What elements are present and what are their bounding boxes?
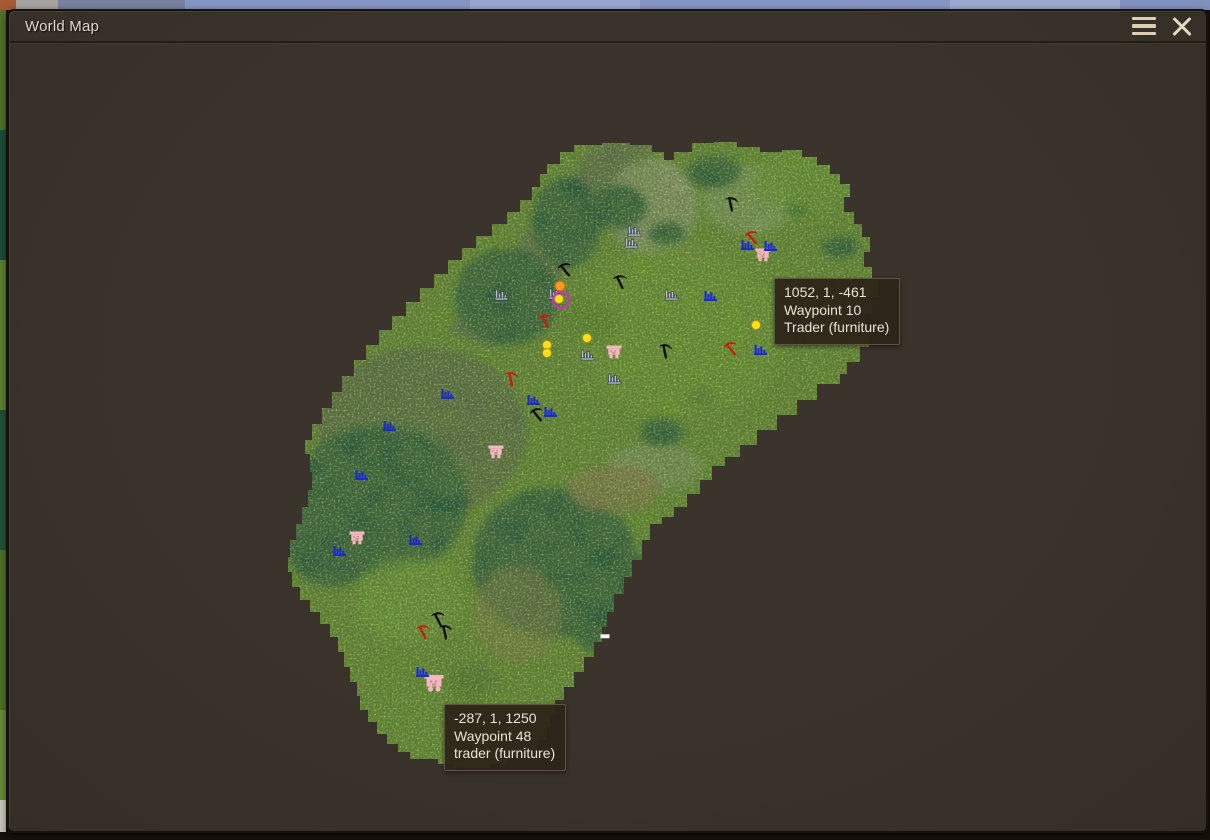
waypoint-ruins-blue-icon[interactable] (383, 419, 398, 432)
waypoint-dot-yellow-icon[interactable] (751, 320, 761, 330)
waypoint-pickaxe-red-icon[interactable] (413, 622, 433, 642)
waypoint-pickaxe-red-icon[interactable] (535, 311, 555, 331)
waypoint-ruins-blue-icon[interactable] (544, 405, 559, 418)
waypoint-dot-yellow-icon[interactable] (542, 348, 552, 358)
waypoint-ruins-blue-icon[interactable] (741, 238, 756, 251)
waypoint-ring-magenta-icon[interactable] (552, 291, 570, 309)
waypoint-pickaxe-black-icon[interactable] (610, 272, 630, 292)
waypoint-pickaxe-black-icon[interactable] (435, 622, 455, 642)
waypoint-dash-white-icon[interactable] (601, 634, 610, 638)
waypoint-ruins-blue-icon[interactable] (416, 665, 431, 678)
waypoint-ruins-blue-icon[interactable] (409, 533, 424, 546)
waypoint-pickaxe-black-icon[interactable] (655, 341, 675, 361)
waypoint-ruins-blue-icon[interactable] (355, 468, 370, 481)
waypoint-pickaxe-red-icon[interactable] (721, 339, 741, 359)
waypoint-pickaxe-black-icon[interactable] (721, 194, 741, 214)
waypoint-ruins-grey-icon[interactable] (608, 372, 623, 385)
tooltip-waypoint-name: Waypoint 48 (454, 728, 555, 746)
game-screen: World Map (0, 0, 1210, 840)
waypoint-trader-icon[interactable] (606, 345, 623, 360)
titlebar-buttons (1130, 15, 1206, 38)
tooltip-coords: 1052, 1, -461 (784, 284, 889, 302)
waypoint-ruins-blue-icon[interactable] (527, 393, 542, 406)
tooltip-waypoint-type: trader (furniture) (454, 745, 555, 763)
waypoint-ruins-grey-icon[interactable] (625, 236, 640, 249)
waypoint-ruins-blue-icon[interactable] (333, 544, 348, 557)
waypoint-ruins-blue-icon[interactable] (441, 387, 456, 400)
waypoint-pickaxe-black-icon[interactable] (555, 260, 575, 280)
map-terrain (9, 43, 1206, 831)
waypoint-ruins-blue-icon[interactable] (764, 239, 779, 252)
waypoint-dot-orange-icon[interactable] (555, 281, 566, 292)
close-icon[interactable] (1172, 16, 1192, 36)
tooltip-coords: -287, 1, 1250 (454, 710, 555, 728)
waypoint-ruins-blue-icon[interactable] (704, 289, 719, 302)
waypoint-trader-icon[interactable] (488, 445, 505, 460)
map-terrain-layers (272, 132, 892, 782)
waypoint-dot-yellow-icon[interactable] (582, 333, 592, 343)
background-sliver-bottom (0, 834, 1210, 840)
hamburger-menu-icon[interactable] (1130, 15, 1158, 38)
waypoint-ruins-grey-icon[interactable] (581, 348, 596, 361)
window-title: World Map (9, 18, 99, 35)
waypoint-tooltip: 1052, 1, -461 Waypoint 10 Trader (furnit… (774, 278, 900, 345)
waypoint-pickaxe-red-icon[interactable] (501, 369, 521, 389)
waypoint-ruins-grey-icon[interactable] (495, 288, 510, 301)
waypoint-ruins-grey-icon[interactable] (665, 288, 680, 301)
tooltip-waypoint-name: Waypoint 10 (784, 302, 889, 320)
waypoint-ruins-blue-icon[interactable] (754, 343, 769, 356)
world-map-window: World Map (7, 9, 1208, 833)
waypoint-trader-icon[interactable] (349, 531, 366, 546)
world-map-canvas[interactable]: 1052, 1, -461 Waypoint 10 Trader (furnit… (9, 43, 1206, 831)
window-titlebar[interactable]: World Map (9, 11, 1206, 43)
background-world-sliver-left (0, 10, 6, 840)
tooltip-waypoint-type: Trader (furniture) (784, 319, 889, 337)
waypoint-tooltip: -287, 1, 1250 Waypoint 48 trader (furnit… (444, 704, 566, 771)
